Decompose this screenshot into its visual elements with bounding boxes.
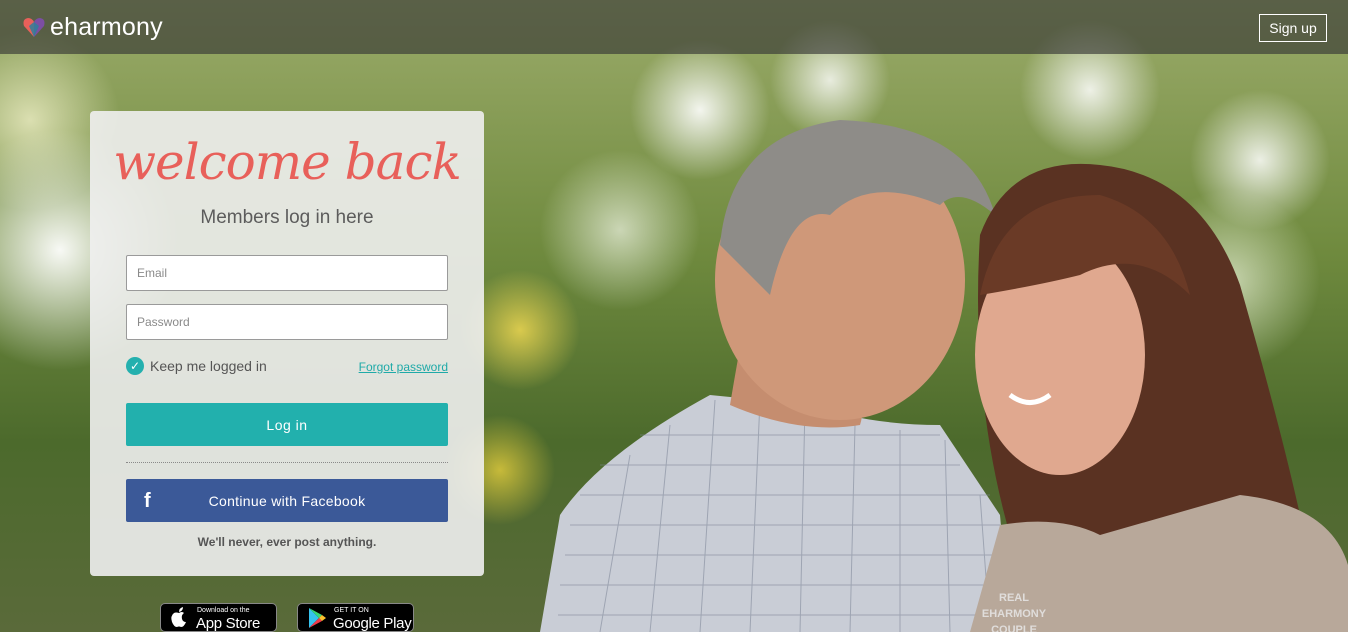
logo-text: eharmony bbox=[50, 12, 163, 41]
photo-caption: REAL EHARMONY COUPLE bbox=[962, 590, 1066, 632]
google-badge-small: GET IT ON bbox=[334, 607, 369, 614]
caption-line-1: REAL bbox=[999, 592, 1029, 604]
password-field[interactable] bbox=[126, 304, 448, 340]
welcome-heading: welcome back bbox=[113, 133, 462, 191]
apple-badge-small: Download on the bbox=[197, 607, 250, 614]
logo[interactable]: eharmony bbox=[22, 12, 163, 42]
heart-logo-icon bbox=[23, 18, 45, 37]
checkmark-icon: ✓ bbox=[126, 357, 144, 375]
app-store-badge[interactable]: Download on the App Store bbox=[160, 603, 277, 632]
facebook-login-label: Continue with Facebook bbox=[208, 493, 366, 509]
never-post-note: We'll never, ever post anything. bbox=[197, 535, 377, 549]
members-subtitle: Members log in here bbox=[200, 207, 374, 228]
google-play-badge[interactable]: GET IT ON Google Play bbox=[297, 603, 414, 632]
google-badge-big: Google Play bbox=[333, 615, 412, 632]
keep-logged-in-label: Keep me logged in bbox=[150, 358, 267, 374]
caption-line-3: COUPLE bbox=[991, 624, 1037, 632]
couple-photo bbox=[540, 120, 1348, 632]
apple-icon bbox=[171, 607, 186, 627]
facebook-login-button[interactable]: f Continue with Facebook bbox=[126, 479, 448, 522]
signup-button[interactable]: Sign up bbox=[1259, 14, 1327, 42]
forgot-password-link[interactable]: Forgot password bbox=[359, 360, 448, 374]
keep-logged-in-checkbox[interactable]: ✓ Keep me logged in bbox=[126, 357, 267, 375]
divider bbox=[126, 462, 448, 463]
email-field[interactable] bbox=[126, 255, 448, 291]
top-bar: eharmony Sign up bbox=[0, 0, 1348, 54]
apple-badge-big: App Store bbox=[196, 615, 261, 632]
login-button[interactable]: Log in bbox=[126, 403, 448, 446]
google-play-icon bbox=[309, 608, 326, 628]
login-panel: welcome back Members log in here ✓ Keep … bbox=[90, 111, 484, 576]
caption-line-2: EHARMONY bbox=[981, 608, 1047, 620]
